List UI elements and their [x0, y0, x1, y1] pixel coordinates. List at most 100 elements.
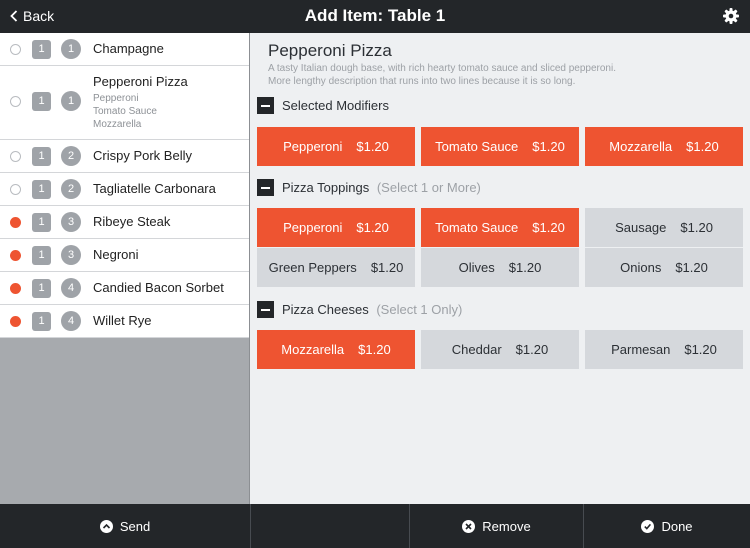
modifier-name: Mozzarella: [609, 139, 673, 154]
item-name: Negroni: [93, 247, 139, 262]
order-row[interactable]: 1 2 Tagliatelle Carbonara: [0, 173, 249, 206]
send-button[interactable]: Send: [0, 504, 250, 548]
order-row-selected[interactable]: 1 1 Pepperoni Pizza Pepperoni Tomato Sau…: [0, 66, 249, 140]
course-badge: 2: [61, 179, 81, 199]
done-label: Done: [661, 518, 693, 534]
section-title: Selected Modifiers: [282, 98, 389, 113]
order-row[interactable]: 1 2 Crispy Pork Belly: [0, 140, 249, 173]
order-list: 1 1 Champagne 1 1 Pepperoni Pizza Pepper…: [0, 33, 249, 338]
course-badge: 1: [61, 39, 81, 59]
order-row[interactable]: 1 1 Champagne: [0, 33, 249, 66]
topping-button-onions[interactable]: Onions $1.20: [585, 248, 743, 287]
modifier-text: Mozzarella: [93, 119, 142, 130]
item-name: Ribeye Steak: [93, 214, 171, 229]
item-name: Pepperoni Pizza: [93, 74, 188, 89]
modifier-price: $1.20: [370, 260, 404, 275]
modifier-name: Mozzarella: [281, 342, 345, 357]
modifier-price: $1.20: [356, 220, 389, 235]
section-header-selected-modifiers: Selected Modifiers: [257, 97, 389, 114]
quantity-badge: 1: [32, 147, 51, 166]
section-hint: (Select 1 or More): [376, 180, 481, 195]
section-title: Pizza Toppings: [282, 180, 370, 195]
order-row[interactable]: 1 4 Candied Bacon Sorbet: [0, 272, 249, 305]
gear-icon[interactable]: [723, 8, 739, 24]
modifier-price: $1.20: [680, 220, 713, 235]
course-badge: 2: [61, 146, 81, 166]
course-badge: 3: [61, 212, 81, 232]
bottom-toolbar: Send Remove Done: [0, 504, 750, 548]
topping-button-olives[interactable]: Olives $1.20: [421, 248, 579, 287]
course-badge: 3: [61, 245, 81, 265]
quantity-badge: 1: [32, 213, 51, 232]
status-dot: [10, 44, 21, 55]
item-name: Champagne: [93, 41, 164, 56]
topping-button-pepperoni[interactable]: Pepperoni $1.20: [257, 208, 415, 247]
status-dot-sent: [10, 217, 21, 228]
course-badge: 1: [61, 91, 81, 111]
order-row[interactable]: 1 4 Willet Rye: [0, 305, 249, 338]
modifier-price: $1.20: [515, 342, 549, 357]
chevron-up-icon: [99, 519, 113, 533]
quantity-badge: 1: [32, 279, 51, 298]
item-name: Crispy Pork Belly: [93, 148, 192, 163]
modifier-name: Cheddar: [451, 342, 502, 357]
modifier-price: $1.20: [532, 139, 565, 154]
course-badge: 4: [61, 278, 81, 298]
cheese-button-mozzarella[interactable]: Mozzarella $1.20: [257, 330, 415, 369]
modifier-button-mozzarella[interactable]: Mozzarella $1.20: [585, 127, 743, 166]
dish-description: A tasty Italian dough base, with rich he…: [268, 62, 738, 88]
item-modifiers: Pepperoni Tomato Sauce Mozzarella: [93, 92, 157, 131]
modifier-price: $1.20: [532, 220, 565, 235]
modifier-price: $1.20: [675, 260, 708, 275]
quantity-badge: 1: [32, 246, 51, 265]
collapse-icon[interactable]: [257, 97, 274, 114]
modifier-text: Pepperoni: [93, 93, 139, 104]
status-dot: [10, 184, 21, 195]
status-dot: [10, 96, 21, 107]
topping-button-sausage[interactable]: Sausage $1.20: [585, 208, 743, 247]
quantity-badge: 1: [32, 92, 51, 111]
modifier-button-pepperoni[interactable]: Pepperoni $1.20: [257, 127, 415, 166]
course-badge: 4: [61, 311, 81, 331]
order-sidebar: 1 1 Champagne 1 1 Pepperoni Pizza Pepper…: [0, 33, 250, 504]
page-title: Add Item: Table 1: [304, 6, 446, 25]
modifier-name: Olives: [458, 260, 495, 275]
send-label: Send: [119, 518, 151, 534]
cheese-button-cheddar[interactable]: Cheddar $1.20: [421, 330, 579, 369]
order-row[interactable]: 1 3 Ribeye Steak: [0, 206, 249, 239]
close-icon: [462, 519, 476, 533]
item-name: Tagliatelle Carbonara: [93, 181, 216, 196]
modifier-name: Green Peppers: [268, 260, 357, 275]
status-dot: [10, 151, 21, 162]
modifier-price: $1.20: [358, 342, 391, 357]
quantity-badge: 1: [32, 312, 51, 331]
topping-button-tomato-sauce[interactable]: Tomato Sauce $1.20: [421, 208, 579, 247]
section-title: Pizza Cheeses: [282, 302, 369, 317]
checkmark-icon: [641, 519, 655, 533]
section-hint: (Select 1 Only): [376, 302, 463, 317]
section-header-pizza-toppings: Pizza Toppings (Select 1 or More): [257, 179, 481, 196]
modifier-price: $1.20: [684, 342, 717, 357]
status-dot-sent: [10, 316, 21, 327]
modifier-price: $1.20: [356, 139, 389, 154]
topping-button-green-peppers[interactable]: Green Peppers $1.20: [257, 248, 415, 287]
collapse-icon[interactable]: [257, 301, 274, 318]
order-row[interactable]: 1 3 Negroni: [0, 239, 249, 272]
quantity-badge: 1: [32, 40, 51, 59]
status-dot-sent: [10, 283, 21, 294]
collapse-icon[interactable]: [257, 179, 274, 196]
remove-button[interactable]: Remove: [410, 504, 583, 548]
toolbar-divider: [250, 504, 251, 548]
modifier-text: Tomato Sauce: [93, 106, 157, 117]
modifier-price: $1.20: [686, 139, 719, 154]
status-dot-sent: [10, 250, 21, 261]
top-bar: Back Add Item: Table 1: [0, 0, 750, 33]
item-name: Candied Bacon Sorbet: [93, 280, 224, 295]
modifier-price: $1.20: [508, 260, 542, 275]
dish-title: Pepperoni Pizza: [268, 41, 392, 60]
done-button[interactable]: Done: [584, 504, 750, 548]
section-header-pizza-cheeses: Pizza Cheeses (Select 1 Only): [257, 301, 462, 318]
cheese-button-parmesan[interactable]: Parmesan $1.20: [585, 330, 743, 369]
modifier-button-tomato-sauce[interactable]: Tomato Sauce $1.20: [421, 127, 579, 166]
modifier-name: Pepperoni: [283, 139, 343, 154]
